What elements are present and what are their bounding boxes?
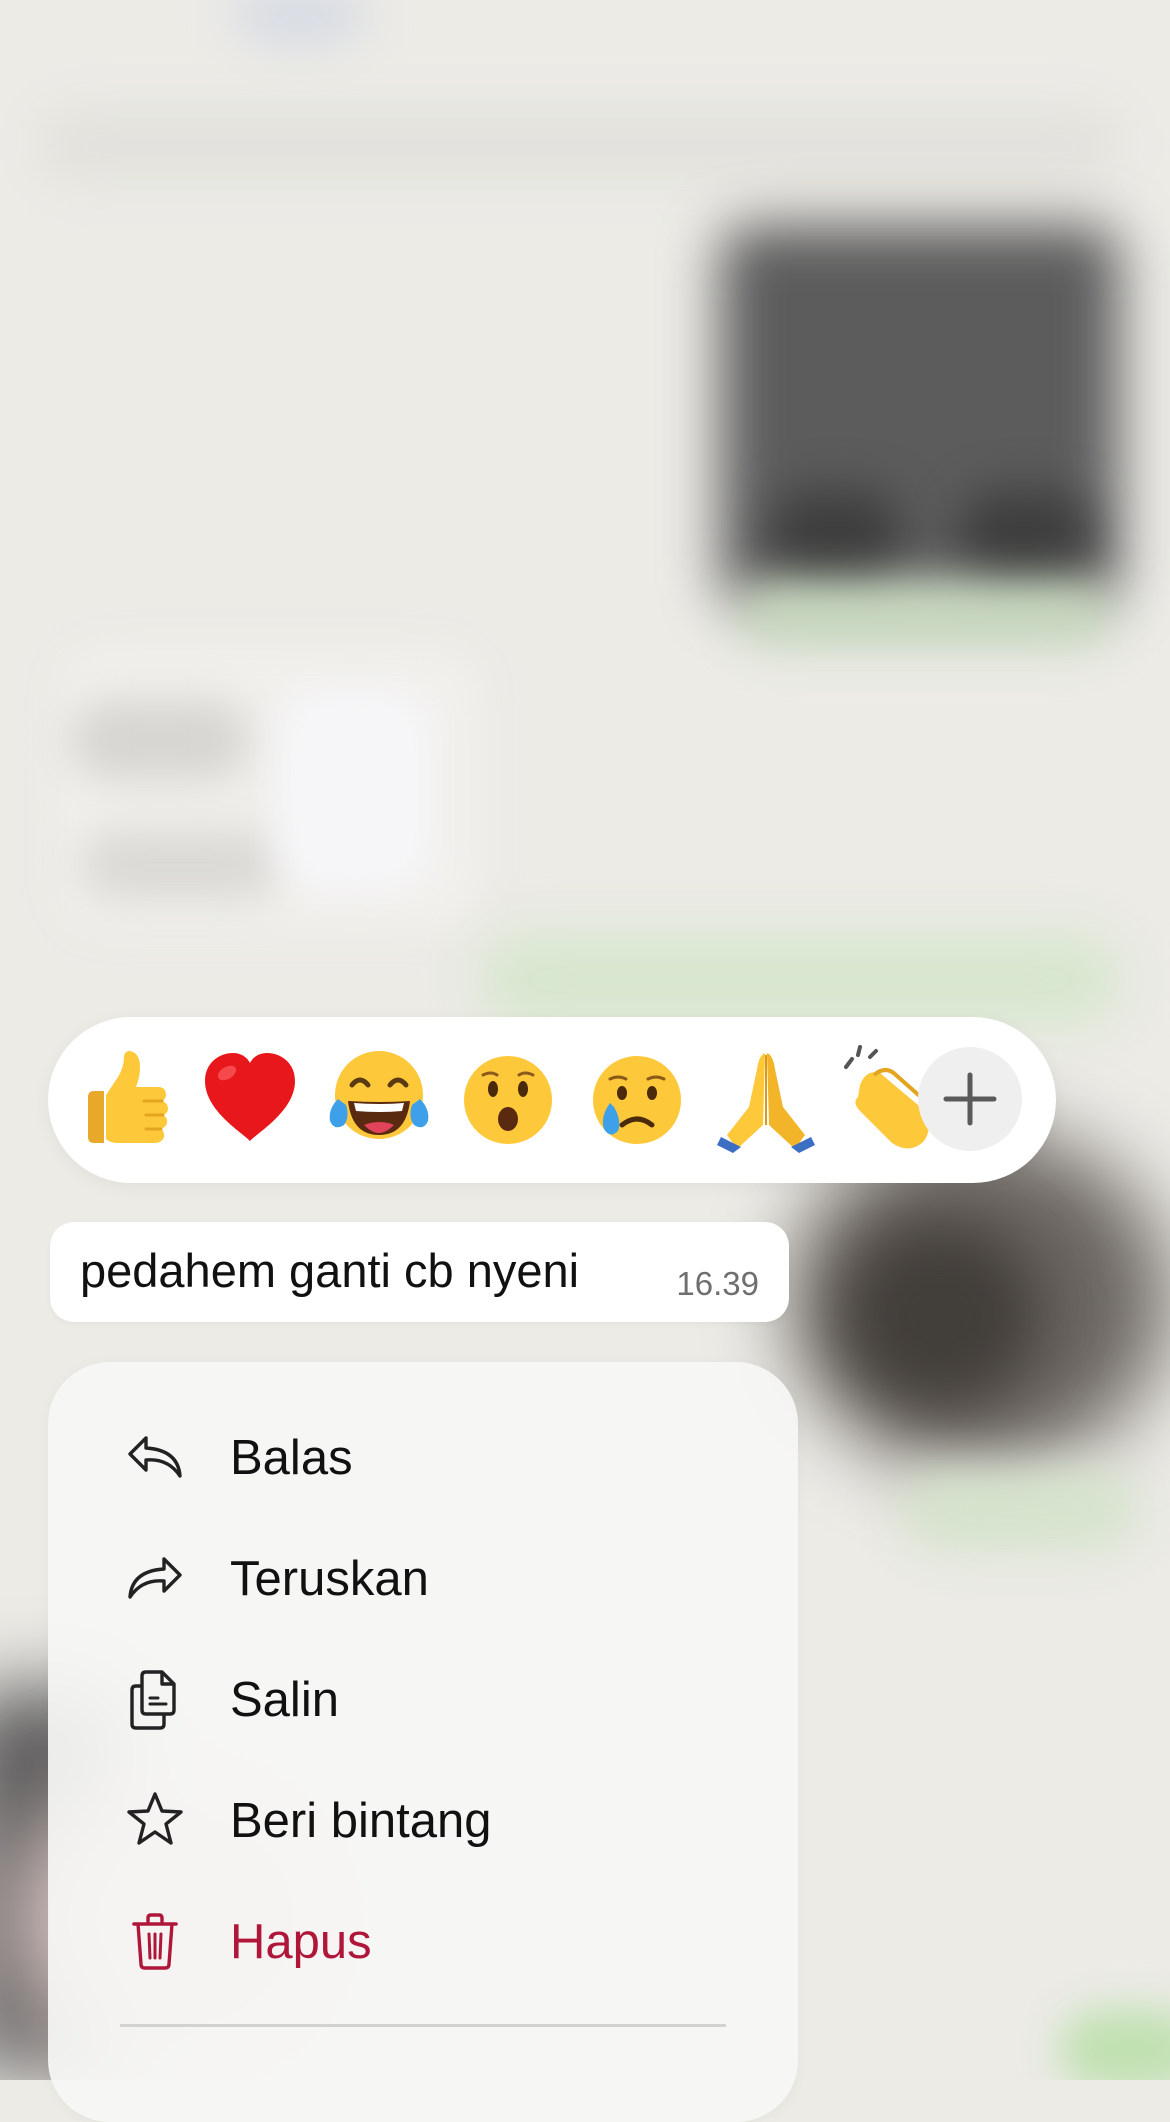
crying-face-icon	[593, 1056, 681, 1144]
star-icon	[124, 1789, 186, 1851]
reaction-thumbs-up[interactable]	[66, 1045, 176, 1155]
heart-icon	[205, 1053, 295, 1141]
menu-item-reply[interactable]: Balas	[48, 1402, 798, 1512]
reaction-red-heart[interactable]	[195, 1045, 305, 1155]
reaction-tears-of-joy[interactable]	[324, 1045, 434, 1155]
reaction-picker	[48, 1017, 1056, 1183]
reaction-crying-face[interactable]	[582, 1045, 692, 1155]
blurred-incoming-text	[70, 700, 250, 780]
folded-hands-icon	[717, 1053, 815, 1153]
menu-item-star[interactable]: Beri bintang	[48, 1765, 798, 1875]
blurred-image-detail	[770, 490, 900, 580]
message-text: pedahem ganti cb nyeni	[80, 1244, 580, 1297]
menu-item-label: Teruskan	[230, 1552, 429, 1606]
reaction-open-mouth[interactable]	[453, 1045, 563, 1155]
blurred-message-row	[40, 110, 1120, 180]
blurred-avatar	[230, 0, 370, 50]
selected-message-bubble: pedahem ganti cb nyeni 16.39	[50, 1222, 789, 1322]
blurred-incoming-text	[80, 830, 280, 900]
menu-item-label: Beri bintang	[230, 1794, 492, 1848]
blurred-outgoing-bubble	[480, 935, 1120, 1025]
forward-icon	[124, 1547, 186, 1609]
copy-icon	[124, 1668, 186, 1730]
more-reactions-button[interactable]	[918, 1047, 1022, 1151]
blurred-photo-detail	[840, 1220, 1040, 1410]
menu-item-label: Hapus	[230, 1915, 372, 1969]
trash-icon	[124, 1910, 186, 1972]
menu-item-label: Salin	[230, 1673, 339, 1727]
blurred-outgoing-bubble	[1060, 2010, 1170, 2080]
message-timestamp: 16.39	[676, 1265, 759, 1302]
surprised-face-icon	[464, 1056, 552, 1144]
reply-icon	[124, 1426, 186, 1488]
menu-item-delete[interactable]: Hapus	[48, 1886, 798, 1996]
blurred-outgoing-bubble	[900, 1470, 1140, 1550]
plus-icon	[943, 1072, 997, 1126]
tears-of-joy-icon	[329, 1051, 429, 1139]
menu-item-label: Balas	[230, 1431, 353, 1485]
menu-divider	[120, 2024, 726, 2027]
reaction-folded-hands[interactable]	[711, 1045, 821, 1155]
blurred-incoming-thumbnail	[280, 690, 430, 890]
blurred-image-detail	[960, 490, 1090, 580]
blurred-outgoing-bubble	[740, 585, 1110, 645]
menu-item-forward[interactable]: Teruskan	[48, 1523, 798, 1633]
message-context-menu: Balas Teruskan Salin Beri bintang Hapus	[48, 1362, 798, 2122]
thumbs-up-icon	[88, 1051, 168, 1143]
menu-item-copy[interactable]: Salin	[48, 1644, 798, 1754]
